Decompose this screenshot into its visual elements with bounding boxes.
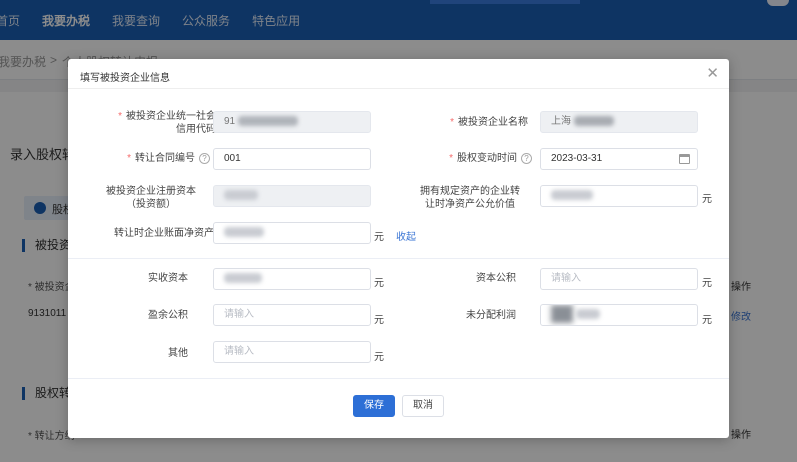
help-icon[interactable]: ? [199, 152, 210, 164]
save-button[interactable]: 保存 [353, 395, 395, 417]
redacted-value [551, 190, 593, 201]
fair-value-unit: 元 [702, 194, 712, 205]
dialog-title: 填写被投资企业信息 [80, 73, 170, 84]
other-unit: 元 [374, 352, 384, 363]
cancel-button[interactable]: 取消 [402, 395, 444, 417]
redacted-value [573, 116, 614, 127]
fair-value-label: 拥有规定资产的企业转 让时净资产公允价值 [420, 186, 520, 210]
registered-capital-label: 被投资企业注册资本 （投资额） [106, 186, 196, 210]
redacted-value [224, 227, 264, 238]
company-name-label: * 被投资企业名称 [450, 117, 528, 128]
paid-in-capital-input[interactable] [213, 268, 371, 290]
book-net-assets-label: 转让时企业账面净资产 [114, 228, 214, 239]
undistributed-profit-unit: 元 [702, 315, 712, 326]
section-divider [68, 258, 729, 259]
company-info-dialog: 填写被投资企业信息 ✕ * 被投资企业统一社会 信用代码 91 * 被投资企业名称 … [68, 59, 729, 438]
change-date-label: * 股权变动时间? [398, 152, 532, 165]
redacted-value [237, 116, 298, 127]
capital-reserve-input[interactable]: 请输入 [540, 268, 698, 290]
redacted-value [224, 190, 258, 201]
capital-reserve-unit: 元 [702, 278, 712, 289]
change-date-picker[interactable]: 2023-03-31 [540, 148, 698, 170]
redacted-value [551, 305, 573, 324]
help-icon[interactable]: ? [521, 152, 532, 164]
footer-divider [68, 378, 729, 379]
book-net-assets-unit: 元 [374, 232, 384, 243]
other-label: 其他 [168, 348, 188, 359]
dialog-header: 填写被投资企业信息 ✕ [68, 59, 729, 89]
paid-in-capital-label: 实收资本 [148, 273, 188, 284]
fair-value-input[interactable] [540, 185, 698, 207]
registered-capital-input [213, 185, 371, 207]
redacted-value [224, 273, 262, 284]
calendar-icon[interactable] [679, 154, 690, 164]
surplus-reserve-unit: 元 [374, 315, 384, 326]
undistributed-profit-input[interactable] [540, 304, 698, 326]
credit-code-input: 91 [213, 111, 371, 133]
contract-no-input[interactable]: 001 [213, 148, 371, 170]
collapse-link[interactable]: 收起 [396, 228, 416, 243]
close-icon[interactable]: ✕ [706, 66, 719, 81]
undistributed-profit-label: 未分配利润 [466, 310, 516, 321]
other-input[interactable]: 请输入 [213, 341, 371, 363]
surplus-reserve-label: 盈余公积 [148, 310, 188, 321]
company-name-input: 上海 [540, 111, 698, 133]
contract-no-label: * 转让合同编号? [88, 152, 210, 165]
credit-code-label: * 被投资企业统一社会 信用代码 [118, 111, 216, 135]
paid-in-capital-unit: 元 [374, 278, 384, 289]
surplus-reserve-input[interactable]: 请输入 [213, 304, 371, 326]
capital-reserve-label: 资本公积 [476, 273, 516, 284]
book-net-assets-input[interactable] [213, 222, 371, 244]
